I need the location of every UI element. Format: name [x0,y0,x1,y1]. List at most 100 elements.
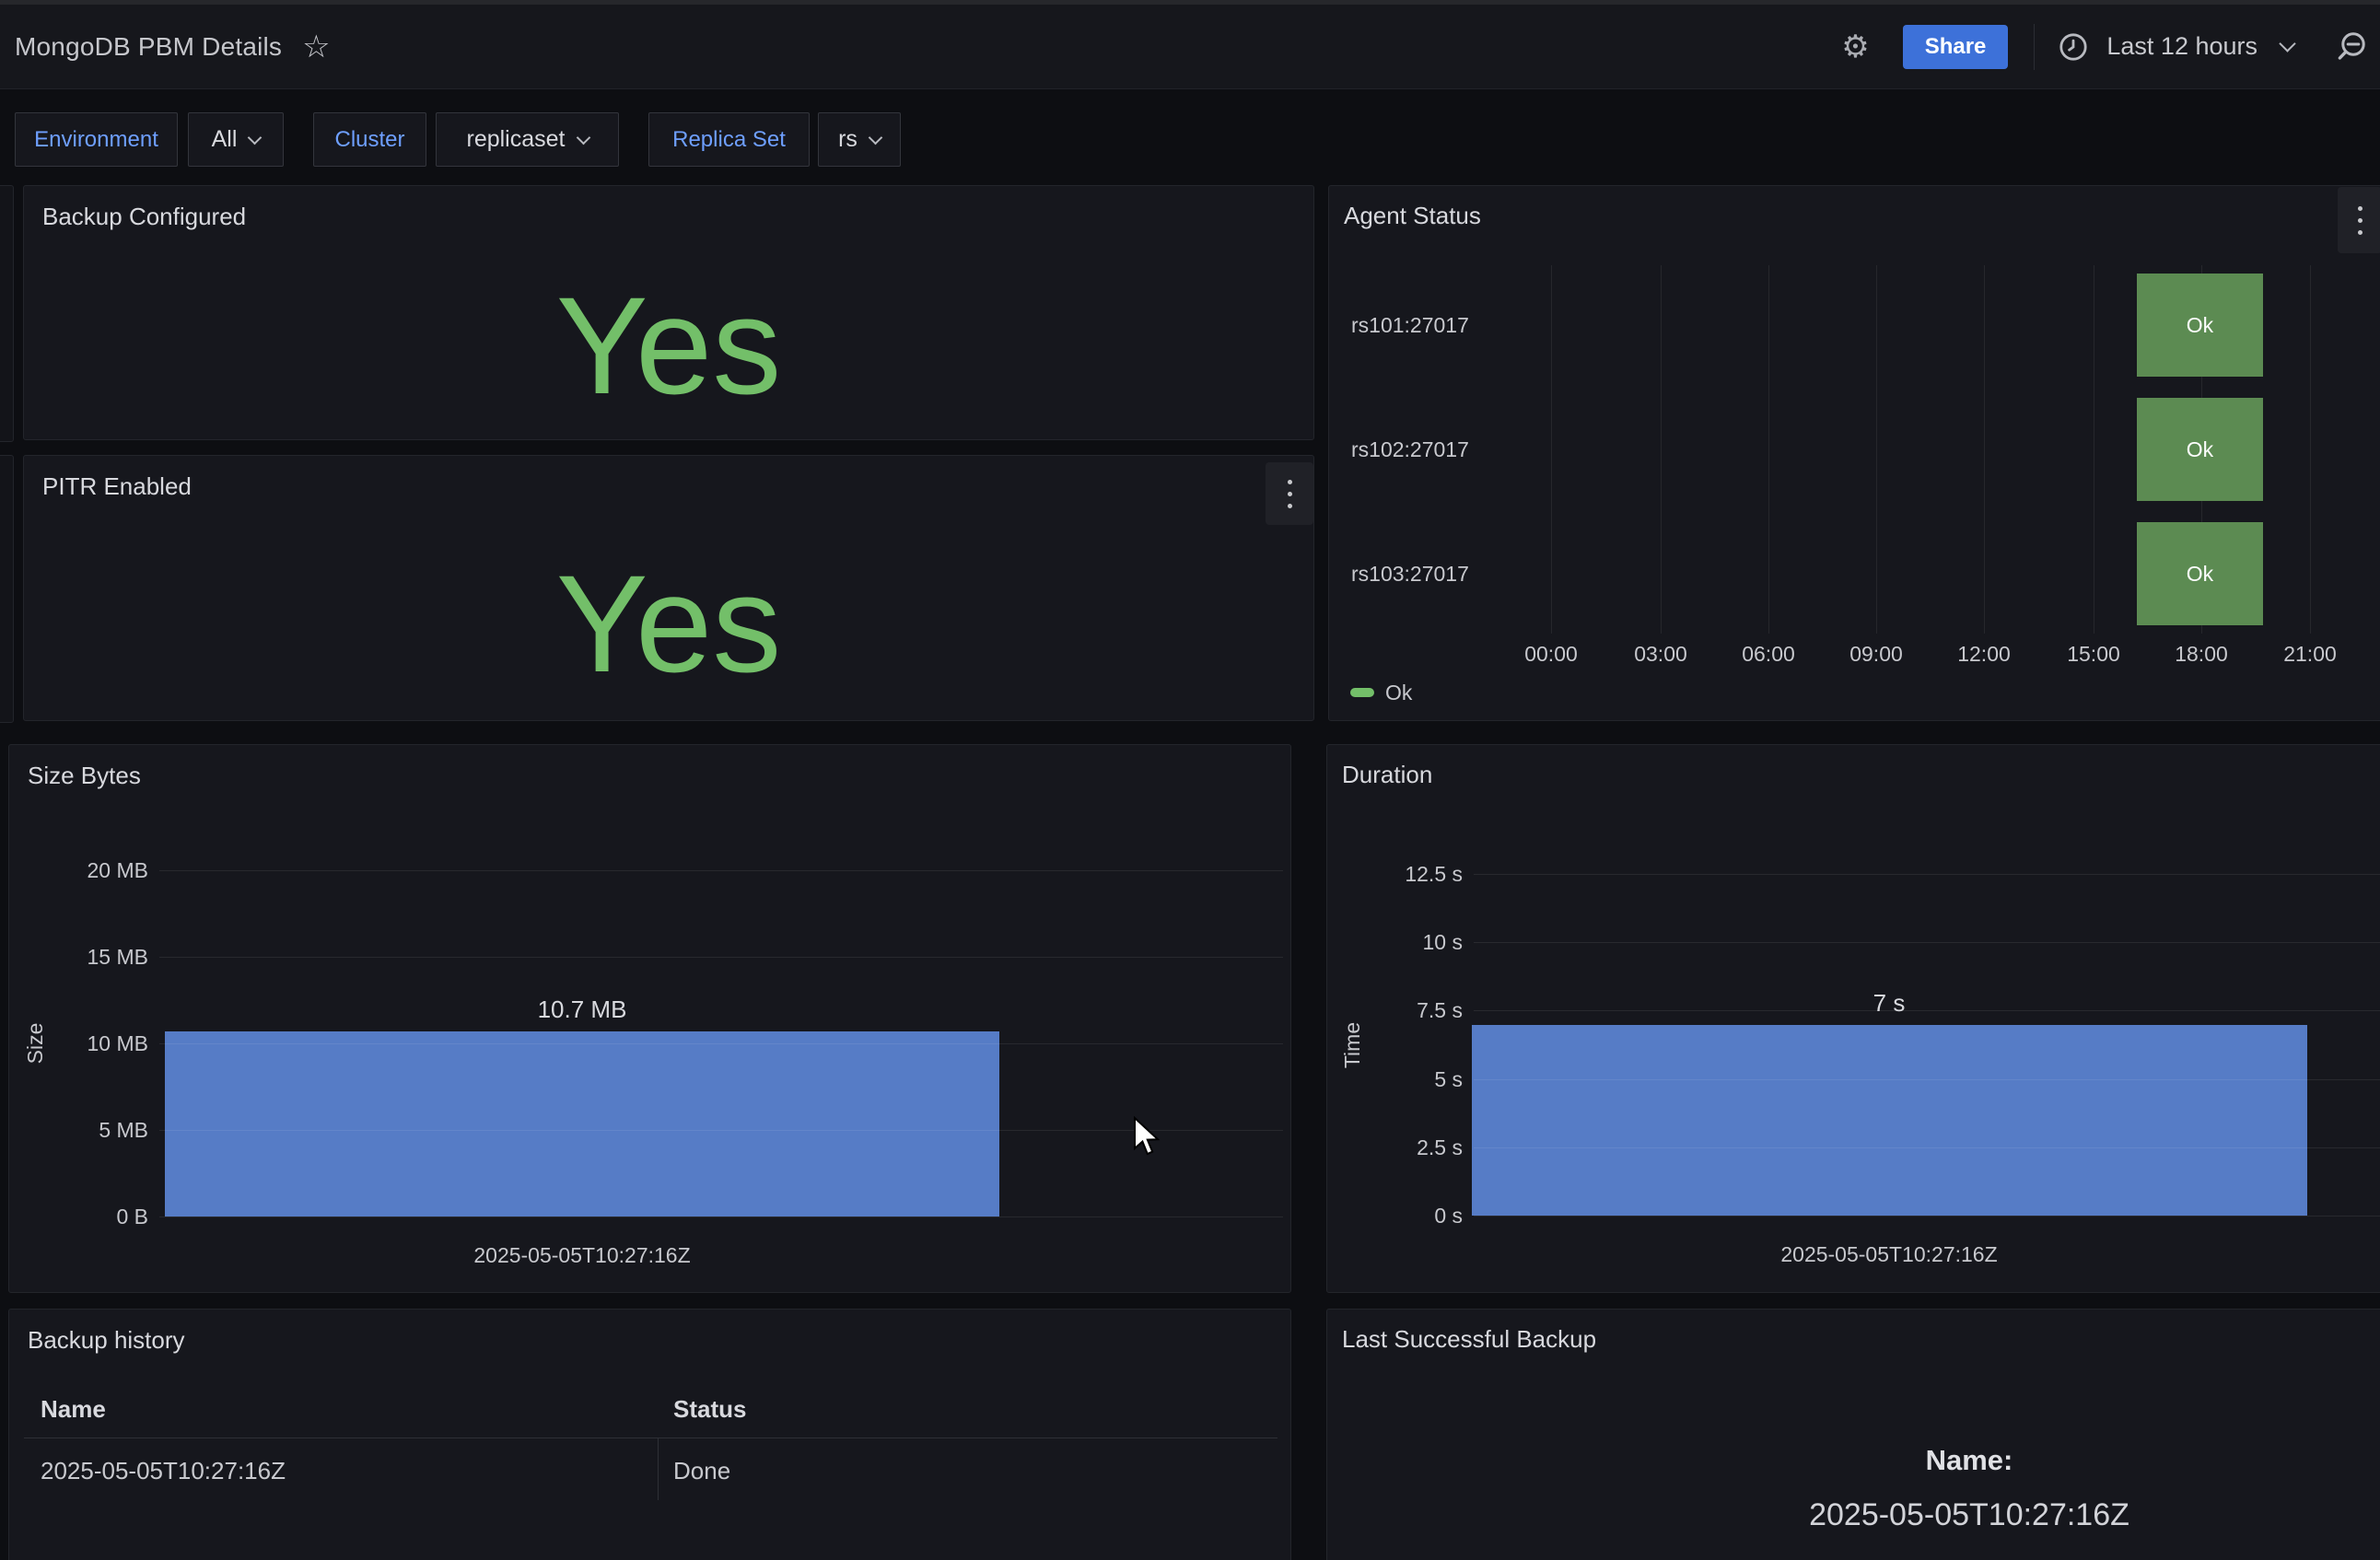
y-axis-tick: 20 MB [29,857,148,883]
panel-size-bytes: Size Bytes Size 20 MB 15 MB 10 MB 5 MB 0… [8,744,1291,1293]
panel-menu-kebab-icon[interactable] [2338,187,2380,253]
panel-menu-kebab-icon[interactable] [1266,462,1313,525]
zoom-out-icon[interactable] [2334,30,2367,64]
cluster-label-text: Cluster [334,127,404,153]
time-range-picker[interactable]: Last 12 hours [2059,32,2293,62]
y-axis-tick: 12.5 s [1343,861,1463,887]
dashboard-toolbar: MongoDB PBM Details ☆ ⚙ Share Last 12 ho… [0,5,2380,89]
toolbar-divider [2034,24,2035,70]
timeline-row-label: rs102:27017 [1351,437,1469,462]
favorite-star-icon[interactable]: ☆ [302,31,330,63]
gridline [1474,942,2380,943]
chevron-down-icon [576,130,590,145]
filter-replicaset-dropdown[interactable]: rs [818,112,901,167]
gridline [1474,1216,2380,1217]
environment-value-text: All [212,126,238,153]
y-axis-tick: 10 s [1343,929,1463,955]
y-axis-tick: 5 s [1343,1066,1463,1092]
bar-value-label: 7 s [1705,989,2073,1017]
gridline [159,1043,1283,1044]
panel-pitr-enabled: PITR Enabled Yes [23,455,1314,721]
gridline [1876,265,1877,634]
chevron-down-icon [248,130,262,145]
chevron-down-icon [2279,35,2295,52]
y-axis-tick: 7.5 s [1343,997,1463,1023]
state-block-ok: Ok [2137,398,2263,501]
dashboard-title[interactable]: MongoDB PBM Details [15,32,282,62]
x-axis-tick: 12:00 [1929,641,2039,667]
panel-title[interactable]: Size Bytes [28,762,141,789]
last-backup-name-value: 2025-05-05T10:27:16Z [1601,1496,2338,1533]
legend-item-ok[interactable]: Ok [1350,680,1412,705]
table-header-name[interactable]: Name [41,1396,106,1422]
gridline [1984,265,1985,634]
x-axis-tick: 09:00 [1821,641,1931,667]
chevron-down-icon [869,130,883,145]
x-axis-tick: 06:00 [1713,641,1824,667]
filter-replicaset-label: Replica Set [648,112,810,167]
x-axis-tick: 15:00 [2038,641,2149,667]
legend-label: Ok [1385,681,1412,705]
legend-color-pill [1350,688,1374,697]
replicaset-label-text: Replica Set [672,127,786,153]
last-backup-name-label: Name: [1601,1444,2338,1477]
panel-title[interactable]: Last Successful Backup [1342,1325,1596,1353]
state-block-ok: Ok [2137,522,2263,625]
y-axis-tick: 10 MB [29,1030,148,1056]
y-axis-tick: 2.5 s [1343,1135,1463,1160]
gridline [159,1130,1283,1131]
panel-title[interactable]: Agent Status [1344,202,1481,229]
bar-value-label: 10.7 MB [398,995,766,1023]
gridline [1768,265,1769,634]
settings-gear-icon[interactable]: ⚙ [1841,31,1869,63]
replicaset-value-text: rs [838,126,858,153]
share-button[interactable]: Share [1903,25,2009,69]
timeline-row-label: rs101:27017 [1351,312,1469,338]
gridline [1474,874,2380,875]
x-axis-tick: 03:00 [1605,641,1716,667]
x-axis-tick: 2025-05-05T10:27:16Z [352,1242,812,1268]
panel-backup-history: Backup history Name Status 2025-05-05T10… [8,1309,1291,1560]
x-axis-tick: 00:00 [1496,641,1606,667]
cluster-value-text: replicaset [467,126,566,153]
duration-bar [1472,1025,2307,1216]
state-block-ok: Ok [2137,274,2263,377]
mouse-cursor [1133,1116,1164,1158]
table-cell-status: Done [673,1458,730,1484]
size-bar [165,1031,999,1217]
grafana-dashboard: MongoDB PBM Details ☆ ⚙ Share Last 12 ho… [0,0,2380,1560]
gridline [1474,1079,2380,1080]
gridline [1551,265,1552,634]
clipped-panel-edge [0,455,14,723]
panel-title[interactable]: Duration [1342,761,1432,788]
gridline [159,957,1283,958]
table-header-status[interactable]: Status [673,1396,746,1422]
x-axis-tick: 21:00 [2255,641,2365,667]
filter-environment-label: Environment [15,112,178,167]
y-axis-tick: 15 MB [29,944,148,970]
clock-icon [2059,32,2088,62]
panel-title[interactable]: Backup history [28,1326,185,1354]
stat-value: Yes [24,272,1313,419]
toolbar-actions: ⚙ Share Last 12 hours [1841,24,2367,70]
gridline [2310,265,2311,634]
environment-label-text: Environment [34,127,158,153]
y-axis-tick: 5 MB [29,1117,148,1143]
panel-title[interactable]: Backup Configured [42,203,246,230]
panel-title[interactable]: PITR Enabled [42,472,192,500]
time-range-label: Last 12 hours [2106,32,2258,61]
gridline [1661,265,1662,634]
gridline [159,870,1283,871]
filter-cluster-label: Cluster [313,112,426,167]
panel-backup-configured: Backup Configured Yes [23,185,1314,440]
filter-environment-dropdown[interactable]: All [188,112,284,167]
table-column-divider [658,1438,659,1500]
y-axis-tick: 0 B [29,1204,148,1229]
x-axis-tick: 2025-05-05T10:27:16Z [1659,1241,2119,1267]
gridline [1474,1147,2380,1148]
timeline-row-label: rs103:27017 [1351,561,1469,587]
table-cell-name: 2025-05-05T10:27:16Z [41,1458,286,1484]
clipped-panel-edge [0,185,14,442]
stat-value: Yes [24,550,1313,697]
filter-cluster-dropdown[interactable]: replicaset [436,112,619,167]
